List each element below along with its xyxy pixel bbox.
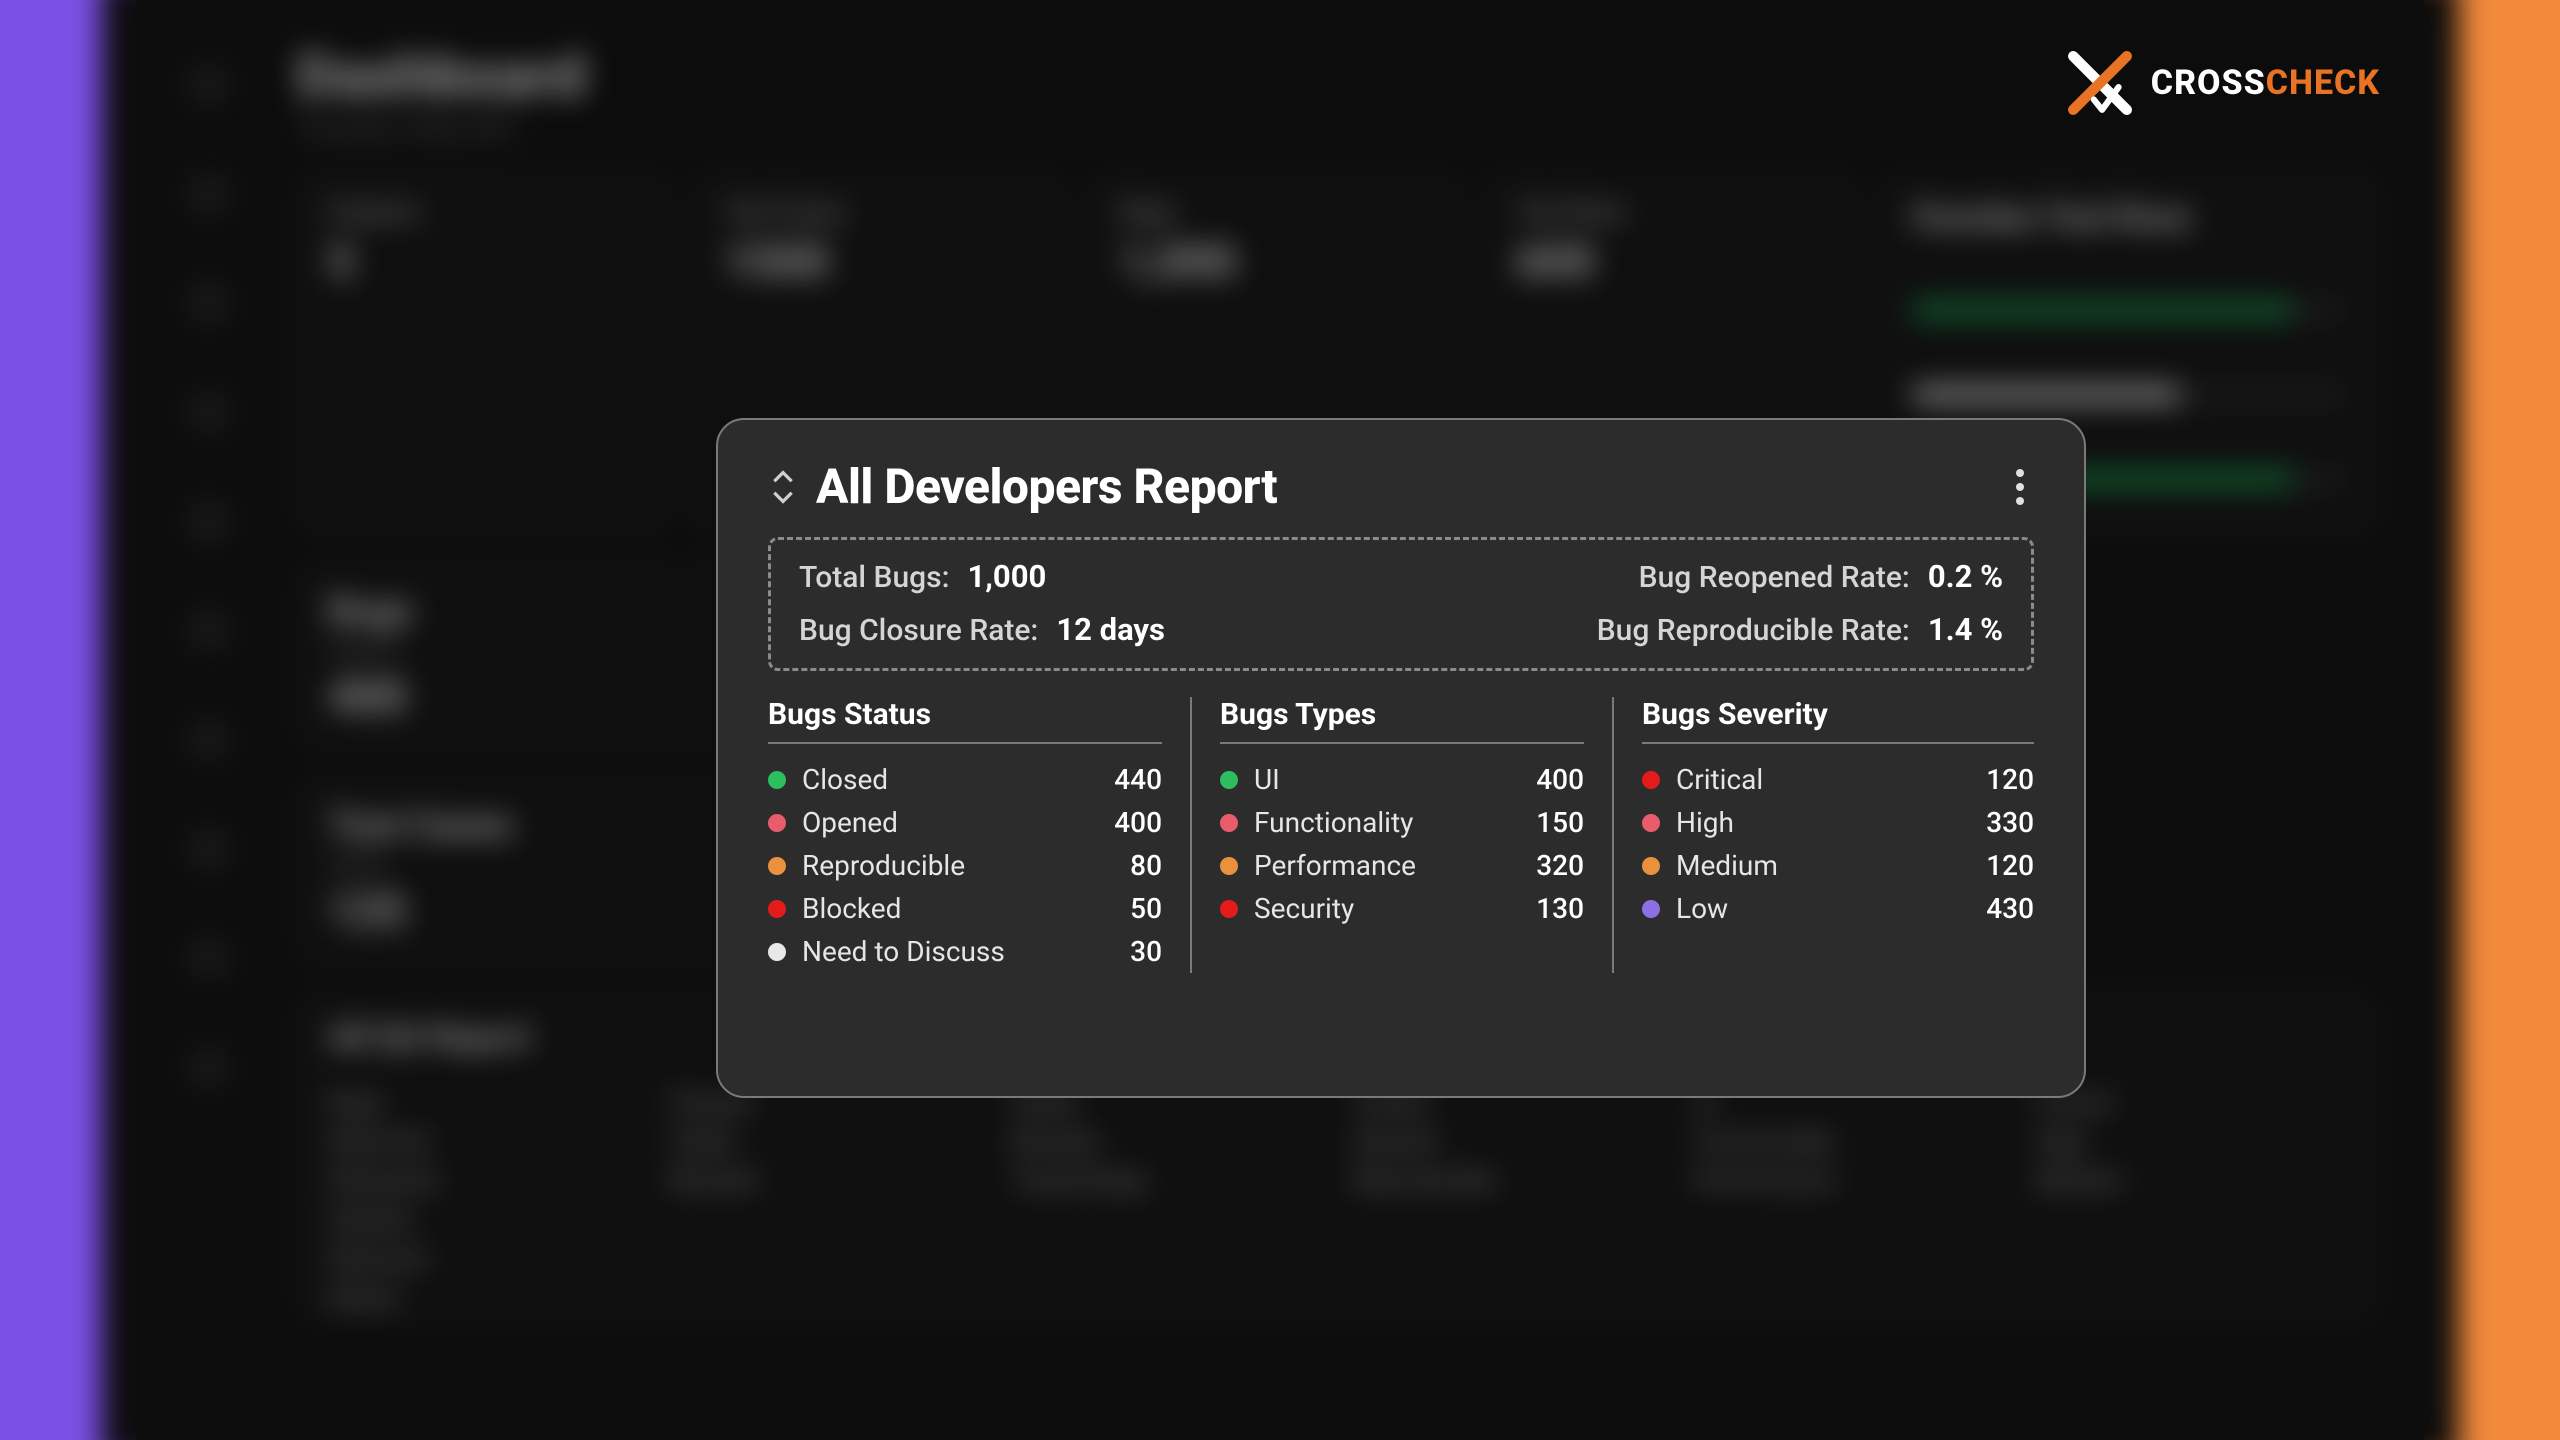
status-dot-icon [1642, 771, 1660, 789]
brand-logo-icon [2067, 50, 2133, 116]
list-item-value: 120 [1986, 763, 2034, 796]
bugs-status-title: Bugs Status [768, 697, 1162, 744]
status-dot-icon [1220, 857, 1238, 875]
modal-more-menu-button[interactable] [2006, 467, 2034, 507]
list-item-value: 320 [1536, 849, 1584, 882]
list-item-value: 30 [1130, 935, 1162, 968]
list-item: Closed 440 [768, 758, 1162, 801]
status-dot-icon [1220, 771, 1238, 789]
sort-toggle-icon[interactable] [768, 467, 798, 507]
bugs-types-title: Bugs Types [1220, 697, 1584, 744]
list-item-value: 330 [1986, 806, 2034, 839]
repro-rate-label: Bug Reproducible Rate: [1597, 613, 1910, 648]
app-stage: Dashboard Thursday, 9 May 2023 Projects5… [136, 0, 2424, 1440]
closure-rate-label: Bug Closure Rate: [799, 613, 1038, 648]
status-dot-icon [768, 771, 786, 789]
list-item-label: Performance [1254, 849, 1416, 882]
list-item-value: 400 [1536, 763, 1584, 796]
list-item: Critical 120 [1642, 758, 2034, 801]
total-bugs-label: Total Bugs: [799, 560, 950, 595]
list-item: Performance 320 [1220, 844, 1584, 887]
status-dot-icon [1642, 857, 1660, 875]
list-item-label: Critical [1676, 763, 1763, 796]
list-item-label: Medium [1676, 849, 1778, 882]
bugs-types-column: Bugs Types UI 400 Functionality 150 Performa… [1190, 697, 1612, 973]
summary-box: Total Bugs: 1,000 Bug Reopened Rate: 0.2… [768, 537, 2034, 671]
reopened-rate-label: Bug Reopened Rate: [1639, 560, 1910, 595]
list-item-label: Functionality [1254, 806, 1413, 839]
page-date: Thursday, 9 May 2023 [296, 117, 2377, 143]
list-item: Opened 400 [768, 801, 1162, 844]
list-item-label: Reproducible [802, 849, 965, 882]
list-item: Security 130 [1220, 887, 1584, 930]
modal-title: All Developers Report [816, 458, 1277, 515]
list-item: High 330 [1642, 801, 2034, 844]
list-item-value: 150 [1536, 806, 1584, 839]
list-item-value: 50 [1130, 892, 1162, 925]
brand-logo: CROSSCHECK [2067, 50, 2380, 116]
list-item: Reproducible 80 [768, 844, 1162, 887]
list-item: Need to Discuss 30 [768, 930, 1162, 973]
status-dot-icon [768, 857, 786, 875]
reopened-rate-value: 0.2 % [1928, 558, 2003, 595]
list-item-label: Blocked [802, 892, 901, 925]
list-item-value: 130 [1536, 892, 1584, 925]
list-item: UI 400 [1220, 758, 1584, 801]
list-item-value: 80 [1130, 849, 1162, 882]
list-item-value: 430 [1986, 892, 2034, 925]
list-item-label: Need to Discuss [802, 935, 1005, 968]
list-item: Functionality 150 [1220, 801, 1584, 844]
bugs-severity-column: Bugs Severity Critical 120 High 330 Medium 12… [1612, 697, 2034, 973]
list-item-label: UI [1254, 763, 1280, 796]
status-dot-icon [768, 814, 786, 832]
status-dot-icon [1642, 814, 1660, 832]
status-dot-icon [1220, 900, 1238, 918]
list-item-label: Low [1676, 892, 1728, 925]
list-item: Low 430 [1642, 887, 2034, 930]
bugs-severity-title: Bugs Severity [1642, 697, 2034, 744]
repro-rate-value: 1.4 % [1928, 611, 2003, 648]
status-dot-icon [768, 943, 786, 961]
list-item-value: 120 [1986, 849, 2034, 882]
list-item-value: 440 [1114, 763, 1162, 796]
status-dot-icon [1220, 814, 1238, 832]
bugs-status-column: Bugs Status Closed 440 Opened 400 Reproducib… [768, 697, 1190, 973]
list-item-label: Opened [802, 806, 898, 839]
list-item-label: Closed [802, 763, 888, 796]
closure-rate-value: 12 days [1056, 611, 1165, 648]
list-item: Blocked 50 [768, 887, 1162, 930]
developers-report-modal: All Developers Report Total Bugs: 1,000 … [716, 418, 2086, 1098]
status-dot-icon [768, 900, 786, 918]
status-dot-icon [1642, 900, 1660, 918]
list-item: Medium 120 [1642, 844, 2034, 887]
page-title: Dashboard [296, 41, 2377, 111]
list-item-label: High [1676, 806, 1734, 839]
list-item-value: 400 [1114, 806, 1162, 839]
total-bugs-value: 1,000 [968, 558, 1047, 595]
brand-name-a: CROSS [2151, 63, 2266, 103]
brand-name-b: CHECK [2266, 63, 2380, 103]
list-item-label: Security [1254, 892, 1354, 925]
